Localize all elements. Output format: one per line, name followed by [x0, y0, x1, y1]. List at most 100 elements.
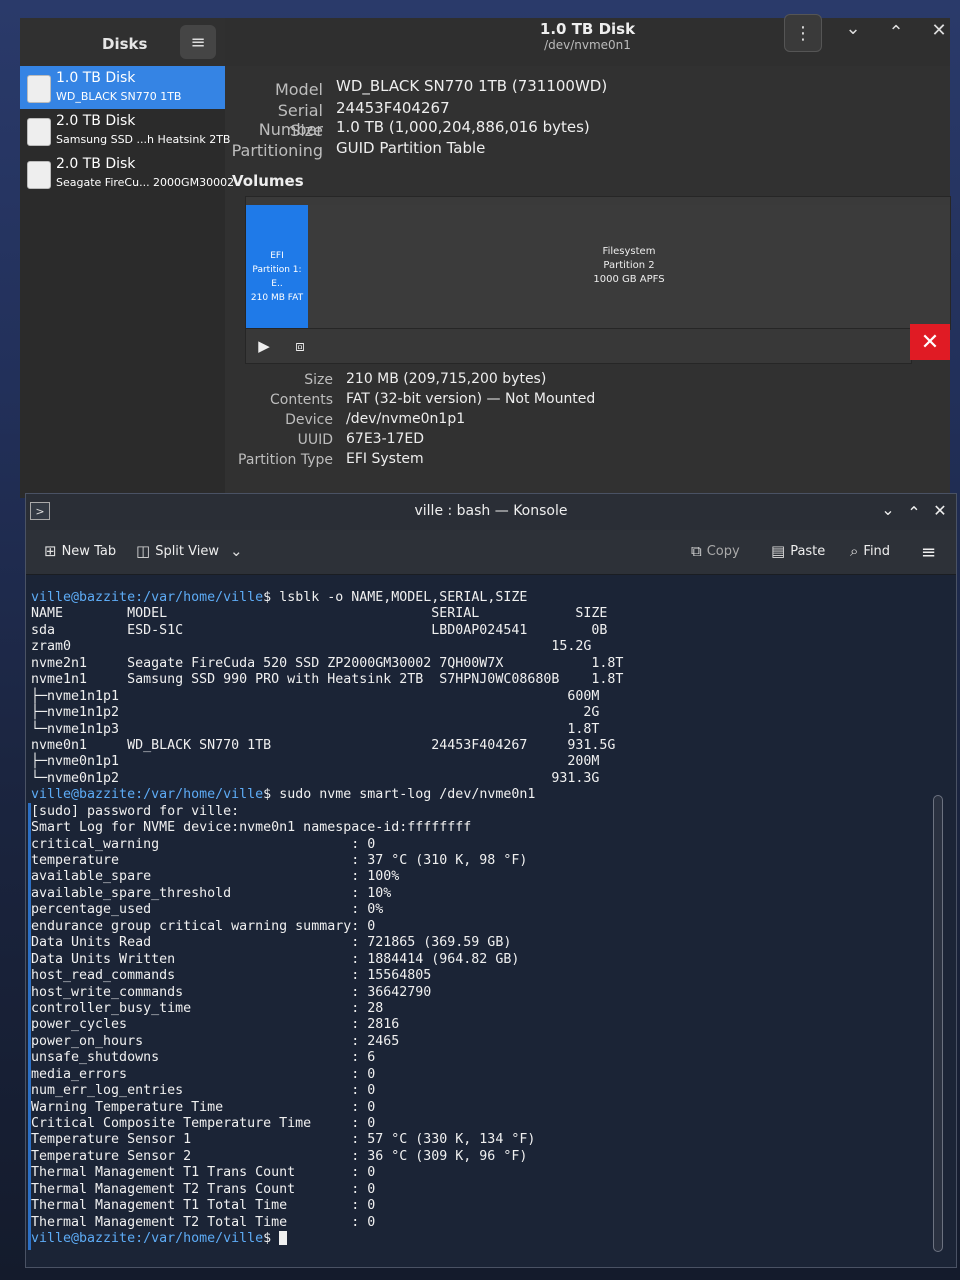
partition-label: 1000 GB APFS [593, 274, 665, 285]
terminal-output: ville@bazzite:/var/home/ville$ lsblk -o … [31, 590, 623, 1248]
terminal-line: Thermal Management T1 Trans Count : 0 [31, 1165, 623, 1181]
terminal-line-text: host_write_commands : 36642790 [31, 984, 432, 1000]
terminal-line: ville@bazzite:/var/home/ville$ [31, 1231, 623, 1247]
disk-list-item[interactable]: 1.0 TB Disk WD_BLACK SN770 1TB [20, 66, 225, 109]
new-tab-button[interactable]: ⊞ New Tab [44, 542, 116, 560]
terminal-line: zram0 15.2G [31, 639, 623, 655]
terminal-area[interactable]: ville@bazzite:/var/home/ville$ lsblk -o … [26, 575, 956, 1267]
terminal-line: critical_warning : 0 [31, 837, 623, 853]
chevron-down-icon: ⌄ [230, 542, 243, 560]
konsole-window: > ville : bash — Konsole ⌄ ⌃ ✕ ⊞ New Tab… [25, 493, 957, 1268]
terminal-line: Thermal Management T1 Total Time : 0 [31, 1198, 623, 1214]
prop-value-size: 1.0 TB (1,000,204,886,016 bytes) [336, 118, 590, 136]
terminal-line: num_err_log_entries : 0 [31, 1083, 623, 1099]
terminal-line: power_cycles : 2816 [31, 1017, 623, 1033]
split-view-label: Split View [155, 543, 219, 559]
terminal-line: Temperature Sensor 2 : 36 °C (309 K, 96 … [31, 1149, 623, 1165]
shell-prompt: ville@bazzite:/var/home/ville [31, 1231, 264, 1247]
disks-sidebar: Disks ≡ 1.0 TB Disk WD_BLACK SN770 1TB 2… [20, 18, 234, 498]
prop-key-uuid: UUID [297, 432, 333, 448]
prop-value-model: WD_BLACK SN770 1TB (731100WD) [336, 77, 608, 95]
text-cursor [279, 1231, 288, 1246]
play-icon: ▶ [258, 337, 270, 355]
terminal-line-text: ├─nvme1n1p1 600M [31, 688, 600, 704]
partition-options-button[interactable]: ⧈ [286, 333, 314, 359]
disk-model: WD_BLACK SN770 1TB [56, 90, 182, 103]
terminal-line-text: zram0 15.2G [31, 639, 592, 655]
terminal-line-text: sda ESD-S1C LBD0AP024541 0B [31, 622, 608, 638]
hamburger-menu-button[interactable]: ≡ [921, 542, 936, 563]
terminal-line-text: Thermal Management T2 Trans Count : 0 [31, 1181, 376, 1197]
konsole-toolbar: ⊞ New Tab ◫ Split View ⌄ ⧉ Copy ▤ Paste … [26, 530, 956, 575]
copy-button[interactable]: ⧉ Copy [691, 542, 740, 560]
close-icon: ✕ [920, 329, 940, 355]
new-tab-label: New Tab [61, 543, 117, 559]
terminal-line-text: nvme0n1 WD_BLACK SN770 1TB 24453F404267 … [31, 737, 616, 753]
terminal-line: power_on_hours : 2465 [31, 1034, 623, 1050]
close-button[interactable]: ✕ [926, 20, 952, 46]
terminal-line-text: NAME MODEL SERIAL SIZE [31, 606, 608, 622]
disk-list-item[interactable]: 2.0 TB Disk Seagate FireCu... 2000GM3000… [20, 152, 234, 195]
terminal-line-text: percentage_used : 0% [31, 902, 384, 918]
shell-prompt: ville@bazzite:/var/home/ville [31, 787, 264, 803]
terminal-line: host_write_commands : 36642790 [31, 985, 623, 1001]
partition-label: 210 MB FAT [250, 293, 304, 303]
copy-icon: ⧉ [691, 542, 702, 560]
maximize-button[interactable]: ⌃ [903, 503, 925, 522]
prop-value-partition-type: EFI System [346, 451, 424, 467]
maximize-button[interactable]: ⌃ [883, 22, 909, 48]
new-tab-icon: ⊞ [44, 542, 57, 560]
terminal-line: unsafe_shutdowns : 6 [31, 1050, 623, 1066]
terminal-line-text: lsblk -o NAME,MODEL,SERIAL,SIZE [271, 590, 528, 605]
close-button[interactable]: ✕ [929, 501, 951, 520]
terminal-line-text: Thermal Management T2 Total Time : 0 [31, 1214, 376, 1230]
prop-value-partitioning: GUID Partition Table [336, 139, 486, 157]
partition-label: Partition 1: E.. [252, 265, 302, 289]
disk-model: Seagate FireCu... 2000GM30002 [56, 176, 235, 189]
delete-partition-button[interactable]: ✕ [910, 324, 950, 360]
partition-efi-block[interactable]: EFI Partition 1: E.. 210 MB FAT [246, 205, 308, 329]
mount-button[interactable]: ▶ [250, 333, 278, 359]
terminal-line-text: controller_busy_time : 28 [31, 1000, 384, 1016]
volumes-heading: Volumes [232, 172, 304, 190]
chevron-down-icon: ⌄ [845, 18, 861, 39]
scrollbar[interactable] [933, 795, 943, 1252]
terminal-line: [sudo] password for ville: [31, 804, 623, 820]
terminal-line: percentage_used : 0% [31, 902, 623, 918]
search-icon: ⌕ [850, 542, 859, 560]
disk-model: Samsung SSD ...h Heatsink 2TB [56, 133, 231, 146]
terminal-line: NAME MODEL SERIAL SIZE [31, 606, 623, 622]
terminal-line-text: sudo nvme smart-log /dev/nvme0n1 [271, 787, 536, 803]
split-view-icon: ◫ [136, 542, 151, 560]
disk-menu-button[interactable]: ⋮ [784, 14, 822, 52]
disk-list-item[interactable]: 2.0 TB Disk Samsung SSD ...h Heatsink 2T… [20, 109, 230, 152]
prop-value-size: 210 MB (209,715,200 bytes) [346, 371, 547, 387]
paste-button[interactable]: ▤ Paste [771, 542, 825, 560]
terminal-line: controller_busy_time : 28 [31, 1001, 623, 1017]
terminal-line-text: Thermal Management T1 Total Time : 0 [31, 1198, 376, 1214]
hamburger-menu-button[interactable]: ≡ [180, 25, 216, 59]
terminal-line: Temperature Sensor 1 : 57 °C (330 K, 134… [31, 1132, 623, 1148]
terminal-line-text: host_read_commands : 15564805 [31, 968, 432, 984]
terminal-line: nvme2n1 Seagate FireCuda 520 SSD ZP2000G… [31, 656, 623, 672]
terminal-line: Warning Temperature Time : 0 [31, 1100, 623, 1116]
terminal-line-text: nvme1n1 Samsung SSD 990 PRO with Heatsin… [31, 672, 624, 688]
copy-label: Copy [706, 543, 740, 559]
find-button[interactable]: ⌕ Find [850, 542, 890, 560]
terminal-line: ville@bazzite:/var/home/ville$ sudo nvme… [31, 787, 536, 803]
gear-box-icon: ⧈ [295, 337, 305, 355]
terminal-line: Thermal Management T2 Trans Count : 0 [31, 1182, 623, 1198]
drive-icon [27, 118, 51, 146]
minimize-button[interactable]: ⌄ [877, 500, 899, 519]
prop-key-partitioning: Partitioning [231, 141, 323, 160]
terminal-line: Smart Log for NVME device:nvme0n1 namesp… [31, 820, 623, 836]
split-view-button[interactable]: ◫ Split View ⌄ [136, 542, 243, 560]
terminal-line-text: unsafe_shutdowns : 6 [31, 1050, 376, 1066]
terminal-line-text: available_spare_threshold : 10% [31, 885, 392, 901]
partition-filesystem-block[interactable]: Filesystem Partition 2 1000 GB APFS [308, 205, 950, 329]
terminal-line-text: ├─nvme0n1p1 200M [31, 754, 600, 770]
terminal-line-text: endurance group critical warning summary… [31, 918, 376, 934]
minimize-button[interactable]: ⌄ [840, 18, 866, 44]
terminal-line: └─nvme0n1p2 931.3G [31, 771, 623, 787]
terminal-line: └─nvme1n1p3 1.8T [31, 722, 623, 738]
